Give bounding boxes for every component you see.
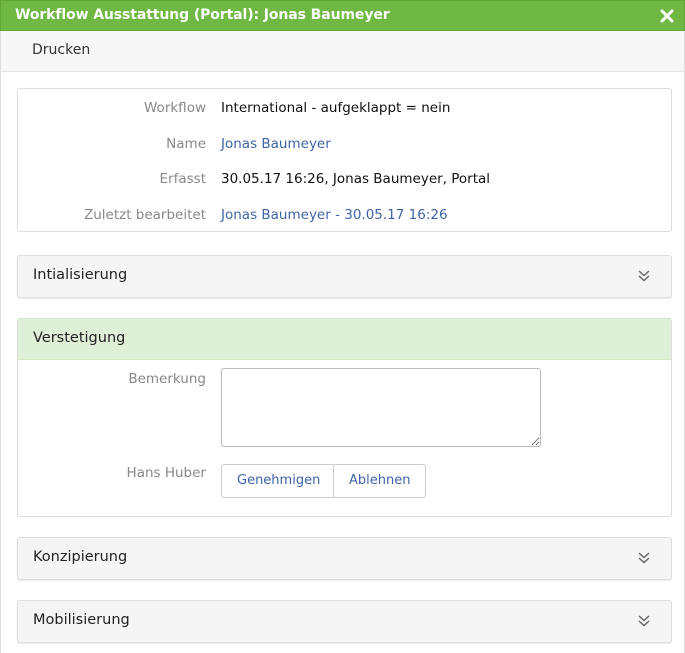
- approve-button[interactable]: Genehmigen: [221, 464, 337, 498]
- toolbar: Drucken: [0, 31, 685, 72]
- approver-label: Hans Huber: [126, 465, 206, 481]
- section-verstetigung-header[interactable]: Verstetigung: [18, 319, 671, 360]
- section-mobilisierung[interactable]: Mobilisierung: [17, 600, 672, 643]
- info-row-edited: Zuletzt bearbeitet Jonas Baumeyer - 30.0…: [18, 207, 671, 227]
- print-button[interactable]: Drucken: [32, 42, 90, 58]
- section-title: Konzipierung: [33, 549, 128, 565]
- created-label: Erfasst: [159, 171, 206, 187]
- window-titlebar: Workflow Ausstattung (Portal): Jonas Bau…: [0, 0, 685, 31]
- section-initialisierung[interactable]: Intialisierung: [17, 255, 672, 298]
- workflow-label: Workflow: [144, 100, 206, 116]
- edited-label: Zuletzt bearbeitet: [83, 207, 206, 223]
- remark-textarea[interactable]: [221, 368, 541, 447]
- section-konzipierung[interactable]: Konzipierung: [17, 537, 672, 580]
- section-title: Verstetigung: [33, 330, 126, 346]
- workflow-value: International - aufgeklappt = nein: [221, 100, 451, 116]
- workflow-content: Workflow International - aufgeklappt = n…: [0, 72, 685, 653]
- workflow-info-panel: Workflow International - aufgeklappt = n…: [17, 88, 672, 232]
- info-row-workflow: Workflow International - aufgeklappt = n…: [18, 100, 671, 120]
- double-chevron-down-icon: [638, 552, 650, 564]
- reject-button[interactable]: Ablehnen: [333, 464, 427, 498]
- info-row-name: Name Jonas Baumeyer: [18, 136, 671, 156]
- created-value: 30.05.17 16:26, Jonas Baumeyer, Portal: [221, 171, 491, 187]
- name-link[interactable]: Jonas Baumeyer: [221, 136, 331, 152]
- section-title: Mobilisierung: [33, 612, 130, 628]
- edited-link[interactable]: Jonas Baumeyer - 30.05.17 16:26: [221, 207, 448, 223]
- close-icon[interactable]: [659, 8, 675, 24]
- window-title: Workflow Ausstattung (Portal): Jonas Bau…: [15, 7, 390, 23]
- double-chevron-down-icon: [638, 270, 650, 282]
- name-label: Name: [166, 136, 206, 152]
- section-verstetigung: Verstetigung Bemerkung Hans Huber Genehm…: [17, 318, 672, 517]
- remark-label: Bemerkung: [128, 371, 206, 387]
- section-title: Intialisierung: [33, 267, 128, 283]
- info-row-created: Erfasst 30.05.17 16:26, Jonas Baumeyer, …: [18, 171, 671, 191]
- double-chevron-down-icon: [638, 615, 650, 627]
